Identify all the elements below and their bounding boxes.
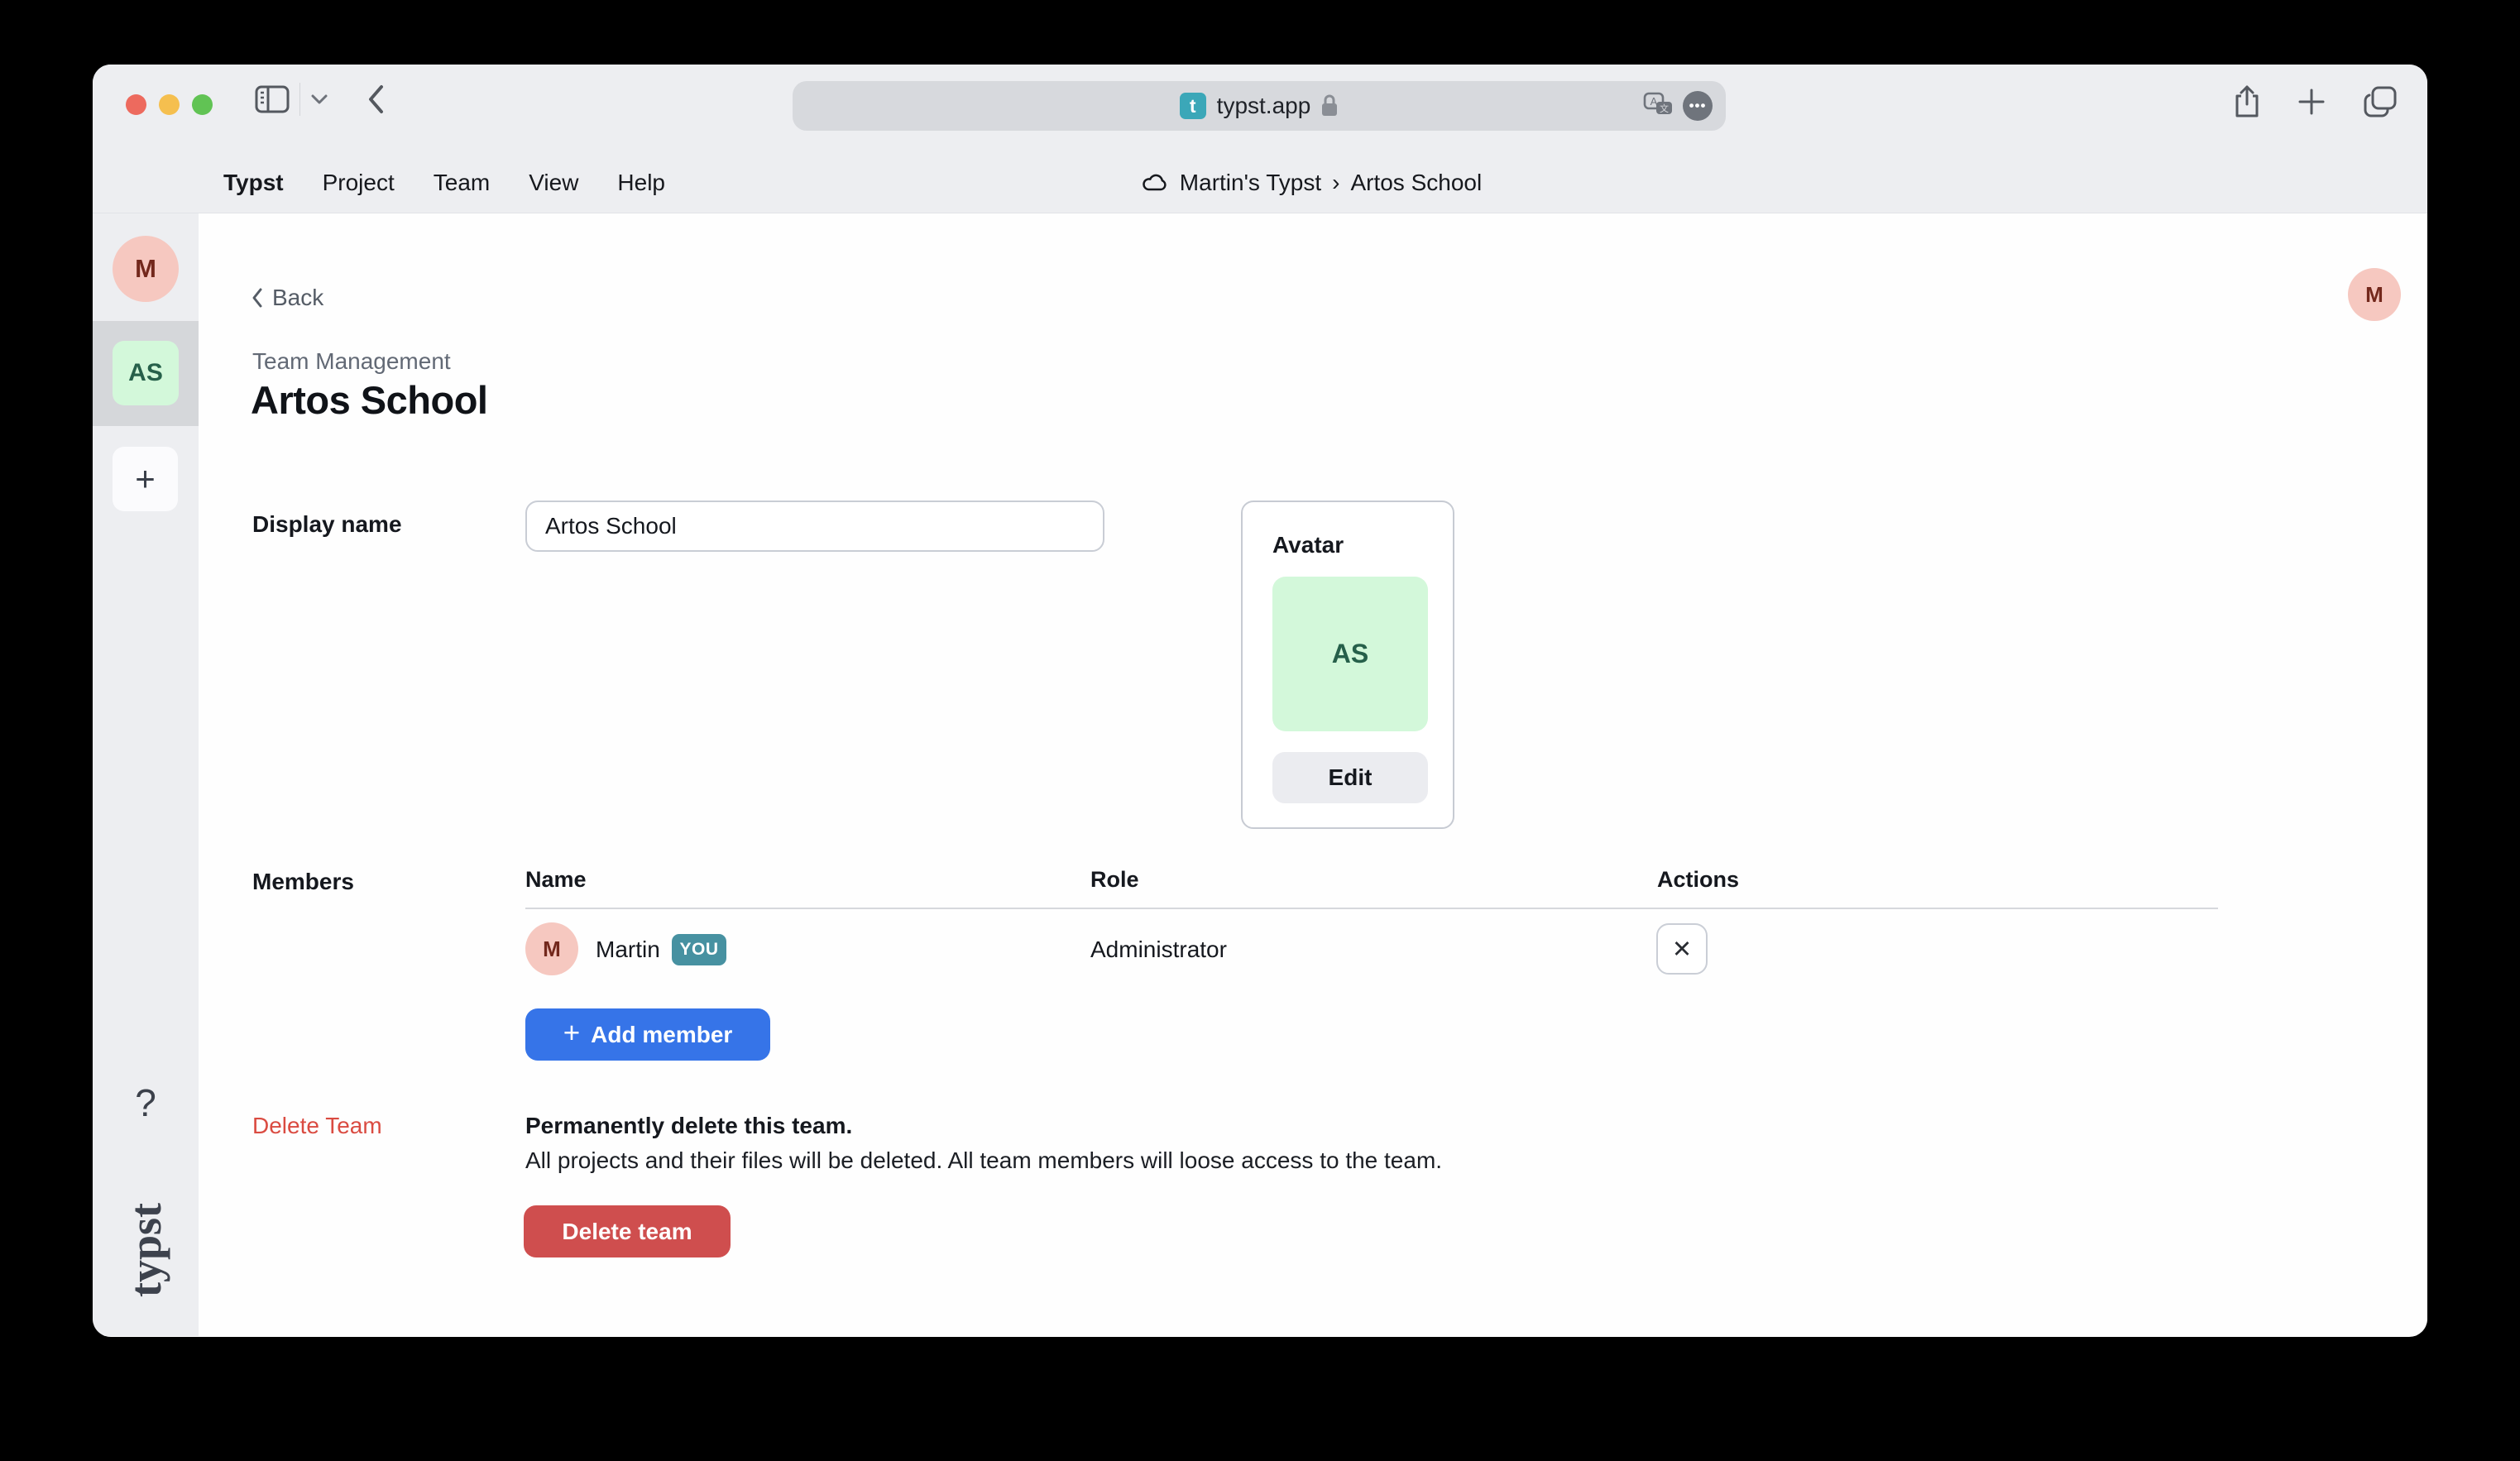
traffic-lights: [126, 94, 213, 115]
tab-overview-icon[interactable]: [2363, 85, 2398, 118]
menu-typst[interactable]: Typst: [223, 170, 284, 196]
breadcrumb-parent[interactable]: Martin's Typst: [1180, 170, 1321, 196]
edit-avatar-button[interactable]: Edit: [1272, 752, 1428, 803]
member-role: Administrator: [1090, 936, 1227, 963]
avatar-card: Avatar AS Edit: [1241, 501, 1454, 829]
urlbar-right-cluster: A 文 •••: [1643, 81, 1713, 131]
add-team-button[interactable]: +: [113, 447, 178, 511]
team-management-page: Back M Team Management Artos School Disp…: [199, 213, 2427, 1336]
back-navigation-icon[interactable]: [367, 84, 385, 115]
browser-toolbar: t typst.app A: [93, 65, 2427, 152]
page-settings-icon[interactable]: •••: [1683, 91, 1713, 121]
table-divider: [525, 908, 2218, 909]
plus-icon: +: [563, 1017, 580, 1050]
close-window-button[interactable]: [126, 94, 146, 115]
breadcrumb-current: Artos School: [1350, 170, 1482, 196]
delete-warning-title: Permanently delete this team.: [525, 1113, 852, 1139]
teams-sidebar: M AS + ? typst: [93, 213, 199, 1336]
add-member-button[interactable]: + Add member: [525, 1008, 770, 1061]
back-label: Back: [272, 285, 323, 311]
address-bar[interactable]: t typst.app A: [793, 81, 1726, 131]
user-avatar[interactable]: M: [2348, 268, 2401, 321]
browser-window: t typst.app A: [93, 65, 2427, 1337]
section-label: Team Management: [252, 348, 451, 375]
browser-chrome: t typst.app A: [93, 65, 2427, 213]
share-icon[interactable]: [2234, 84, 2260, 119]
member-avatar: M: [525, 922, 578, 975]
menu-project[interactable]: Project: [323, 170, 395, 196]
team-avatar-preview: AS: [1272, 577, 1428, 731]
toolbar-right-icons: [2234, 84, 2398, 119]
cloud-icon: [1141, 173, 1169, 193]
site-favicon: t: [1180, 93, 1206, 119]
app-body: M AS + ? typst Back M Team Management Ar…: [93, 213, 2427, 1336]
column-header-actions: Actions: [1657, 867, 1739, 893]
breadcrumb: Martin's Typst › Artos School: [1141, 170, 1482, 196]
menu-help[interactable]: Help: [617, 170, 665, 196]
chevron-down-icon[interactable]: [310, 93, 328, 105]
add-member-label: Add member: [591, 1022, 732, 1048]
delete-warning-body: All projects and their files will be del…: [525, 1147, 1442, 1174]
avatar-card-label: Avatar: [1272, 532, 1344, 558]
display-name-input[interactable]: [525, 501, 1104, 552]
help-icon[interactable]: ?: [93, 1080, 199, 1125]
nav-cluster: [255, 83, 385, 116]
display-name-label: Display name: [252, 511, 402, 538]
sidebar-item-team-artos-school[interactable]: AS: [113, 341, 179, 405]
delete-team-label: Delete Team: [252, 1113, 382, 1139]
url-text: typst.app: [1217, 93, 1311, 119]
typst-logo: typst: [93, 1188, 199, 1312]
chevron-left-icon: [251, 287, 263, 309]
menu-team[interactable]: Team: [434, 170, 490, 196]
back-link[interactable]: Back: [251, 285, 323, 311]
app-menubar: Typst Project Team View Help Martin's Ty…: [93, 152, 2427, 213]
members-label: Members: [252, 869, 354, 895]
delete-team-button[interactable]: Delete team: [524, 1205, 731, 1257]
breadcrumb-separator-icon: ›: [1332, 170, 1339, 196]
menu-view[interactable]: View: [529, 170, 578, 196]
column-header-name: Name: [525, 867, 587, 893]
sidebar-toggle-icon[interactable]: [255, 85, 290, 113]
svg-text:文: 文: [1660, 103, 1669, 114]
minimize-window-button[interactable]: [159, 94, 180, 115]
member-name: Martin: [596, 936, 660, 963]
lock-icon: [1320, 93, 1339, 118]
page-title: Artos School: [251, 377, 487, 423]
remove-member-button[interactable]: ✕: [1656, 923, 1708, 975]
you-badge: YOU: [672, 934, 726, 965]
translate-icon[interactable]: A 文: [1643, 92, 1674, 120]
sidebar-item-personal[interactable]: M: [113, 236, 179, 302]
zoom-window-button[interactable]: [192, 94, 213, 115]
new-tab-icon[interactable]: [2297, 87, 2326, 117]
toolbar-separator: [299, 83, 300, 116]
column-header-role: Role: [1090, 867, 1139, 893]
screenshot-stage: t typst.app A: [0, 0, 2520, 1461]
